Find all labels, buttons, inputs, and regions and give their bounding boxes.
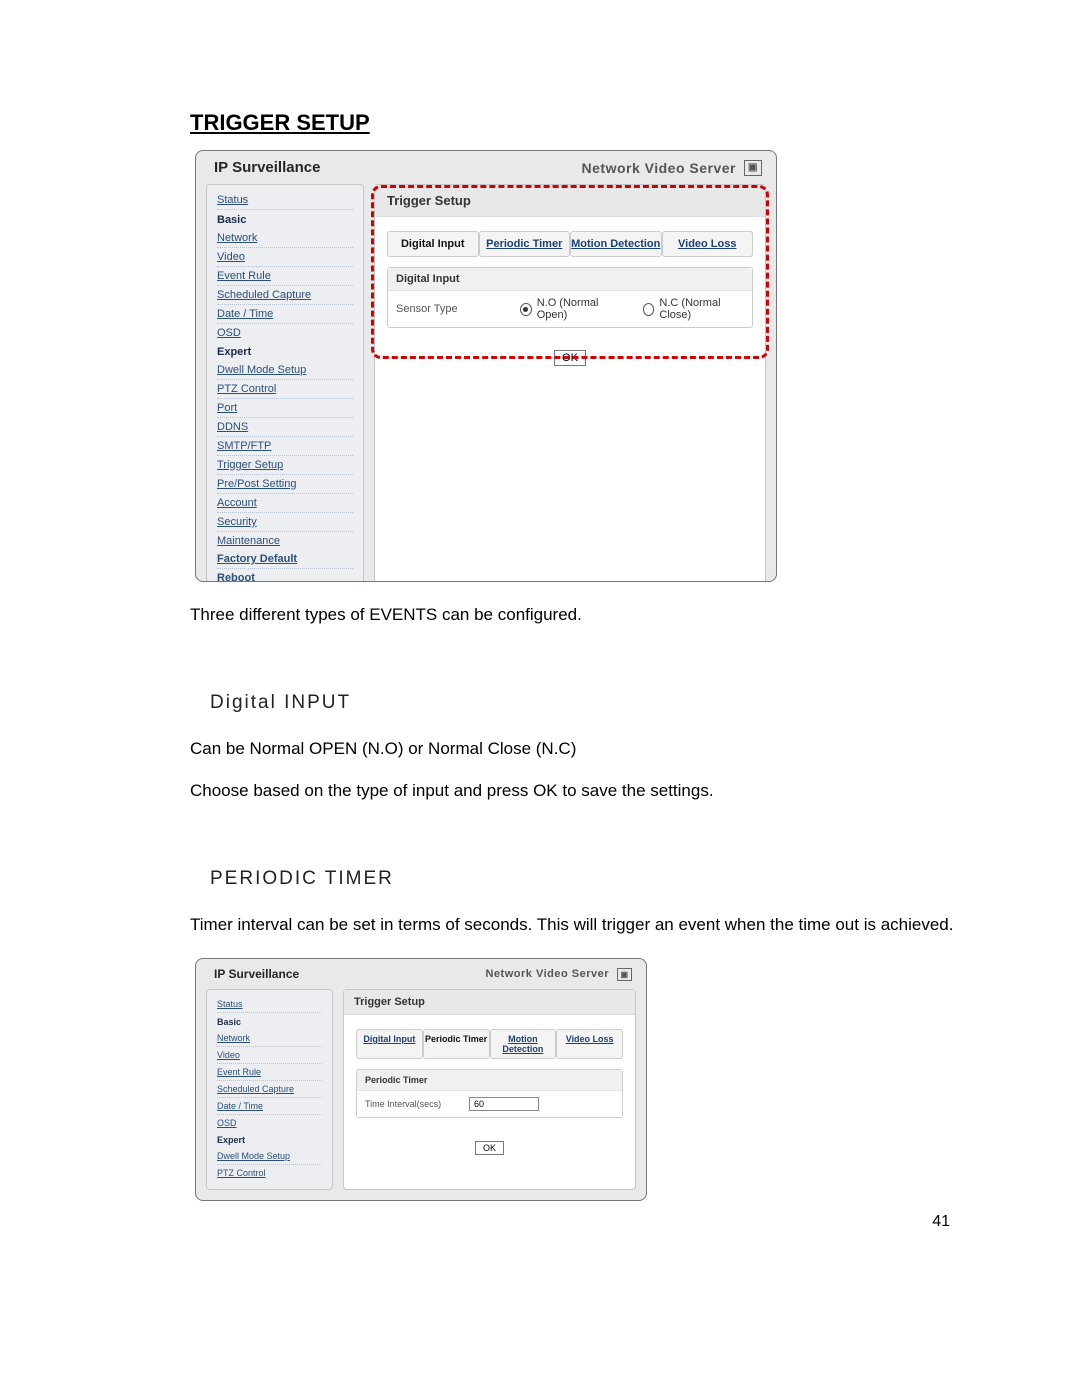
paragraph: Choose based on the type of input and pr… xyxy=(190,774,960,808)
sidebar-group-expert: Expert xyxy=(217,342,353,361)
tab-video-loss[interactable]: Video Loss xyxy=(556,1029,623,1059)
radio-icon xyxy=(643,303,655,316)
sidebar-item-osd[interactable]: OSD xyxy=(217,1115,322,1131)
sub-heading-periodic-timer: PERIODIC TIMER xyxy=(210,868,960,890)
sidebar-item-dwell[interactable]: Dwell Mode Setup xyxy=(217,1148,322,1165)
server-title: Network Video Server xyxy=(485,968,609,980)
radio-label-no: N.O (Normal Open) xyxy=(537,297,621,321)
time-interval-input[interactable] xyxy=(469,1097,539,1111)
sidebar-item-status[interactable]: Status xyxy=(217,191,353,210)
sidebar-item-maintenance[interactable]: Maintenance xyxy=(217,532,353,550)
sidebar-item-event-rule[interactable]: Event Rule xyxy=(217,267,353,286)
periodic-timer-panel-title: Periodic Timer xyxy=(357,1070,622,1091)
sidebar-item-factory-default[interactable]: Factory Default xyxy=(217,550,353,569)
content-panel: Trigger Setup Digital Input Periodic Tim… xyxy=(374,184,766,582)
sidebar-item-prepost[interactable]: Pre/Post Setting xyxy=(217,475,353,494)
sidebar-item-security[interactable]: Security xyxy=(217,513,353,532)
sidebar-item-status[interactable]: Status xyxy=(217,996,322,1013)
sidebar-item-dwell[interactable]: Dwell Mode Setup xyxy=(217,361,353,380)
sidebar-item-video[interactable]: Video xyxy=(217,248,353,267)
digital-input-panel-title: Digital Input xyxy=(388,268,752,291)
sidebar-item-network[interactable]: Network xyxy=(217,229,353,248)
sidebar-group-basic: Basic xyxy=(217,210,353,229)
paragraph: Three different types of EVENTS can be c… xyxy=(190,598,960,632)
radio-icon xyxy=(520,303,532,316)
sidebar-item-event-rule[interactable]: Event Rule xyxy=(217,1064,322,1081)
radio-normal-close[interactable]: N.C (Normal Close) xyxy=(643,297,744,321)
sidebar-item-trigger[interactable]: Trigger Setup xyxy=(217,456,353,475)
ok-button[interactable]: OK xyxy=(554,350,586,366)
periodic-timer-panel: Periodic Timer Time Interval(secs) xyxy=(356,1069,623,1118)
sidebar-item-video[interactable]: Video xyxy=(217,1047,322,1064)
sidebar-item-date-time[interactable]: Date / Time xyxy=(217,305,353,324)
camera-icon: ▣ xyxy=(744,160,762,176)
sidebar: Status Basic Network Video Event Rule Sc… xyxy=(206,989,333,1190)
content-title: Trigger Setup xyxy=(344,990,635,1015)
sidebar-item-network[interactable]: Network xyxy=(217,1030,322,1047)
tabs: Digital Input Periodic Timer Motion Dete… xyxy=(375,217,765,263)
ok-button[interactable]: OK xyxy=(475,1141,504,1155)
camera-icon: ▣ xyxy=(617,968,632,981)
paragraph: Timer interval can be set in terms of se… xyxy=(190,908,960,942)
radio-label-nc: N.C (Normal Close) xyxy=(659,297,744,321)
sidebar-item-scheduled-capture[interactable]: Scheduled Capture xyxy=(217,1081,322,1098)
tab-motion-detection[interactable]: Motion Detection xyxy=(490,1029,557,1059)
app-title: IP Surveillance xyxy=(214,967,299,981)
digital-input-panel: Digital Input Sensor Type N.O (Normal Op… xyxy=(387,267,753,328)
server-title: Network Video Server xyxy=(582,160,736,176)
page-number: 41 xyxy=(932,1213,950,1231)
sidebar-item-scheduled-capture[interactable]: Scheduled Capture xyxy=(217,286,353,305)
tab-digital-input[interactable]: Digital Input xyxy=(356,1029,423,1059)
tab-digital-input[interactable]: Digital Input xyxy=(387,231,479,257)
tab-video-loss[interactable]: Video Loss xyxy=(662,231,754,257)
content-panel: Trigger Setup Digital Input Periodic Tim… xyxy=(343,989,636,1190)
sidebar-item-osd[interactable]: OSD xyxy=(217,324,353,342)
content-title: Trigger Setup xyxy=(375,185,765,217)
sidebar-item-ptz[interactable]: PTZ Control xyxy=(217,380,353,399)
sidebar-item-date-time[interactable]: Date / Time xyxy=(217,1098,322,1115)
app-title: IP Surveillance xyxy=(214,159,320,176)
sidebar-item-port[interactable]: Port xyxy=(217,399,353,418)
screenshot-trigger-digital-input: IP Surveillance Network Video Server ▣ S… xyxy=(195,150,777,582)
tab-motion-detection[interactable]: Motion Detection xyxy=(570,231,662,257)
sidebar-item-reboot[interactable]: Reboot xyxy=(217,569,353,582)
tab-periodic-timer[interactable]: Periodic Timer xyxy=(423,1029,490,1059)
tabs: Digital Input Periodic Timer Motion Dete… xyxy=(344,1015,635,1065)
paragraph: Can be Normal OPEN (N.O) or Normal Close… xyxy=(190,732,960,766)
section-title: TRIGGER SETUP xyxy=(190,110,960,136)
sidebar-group-basic: Basic xyxy=(217,1013,322,1030)
sidebar-group-expert: Expert xyxy=(217,1131,322,1148)
time-interval-label: Time Interval(secs) xyxy=(365,1099,455,1109)
radio-normal-open[interactable]: N.O (Normal Open) xyxy=(520,297,621,321)
sidebar-item-ptz[interactable]: PTZ Control xyxy=(217,1165,322,1181)
tab-periodic-timer[interactable]: Periodic Timer xyxy=(479,231,571,257)
sidebar-item-ddns[interactable]: DDNS xyxy=(217,418,353,437)
sidebar-item-smtp[interactable]: SMTP/FTP xyxy=(217,437,353,456)
sensor-type-label: Sensor Type xyxy=(396,303,506,315)
screenshot-trigger-periodic-timer: IP Surveillance Network Video Server ▣ S… xyxy=(195,958,647,1201)
sub-heading-digital-input: Digital INPUT xyxy=(210,692,960,714)
sidebar: Status Basic Network Video Event Rule Sc… xyxy=(206,184,364,582)
sidebar-item-account[interactable]: Account xyxy=(217,494,353,513)
